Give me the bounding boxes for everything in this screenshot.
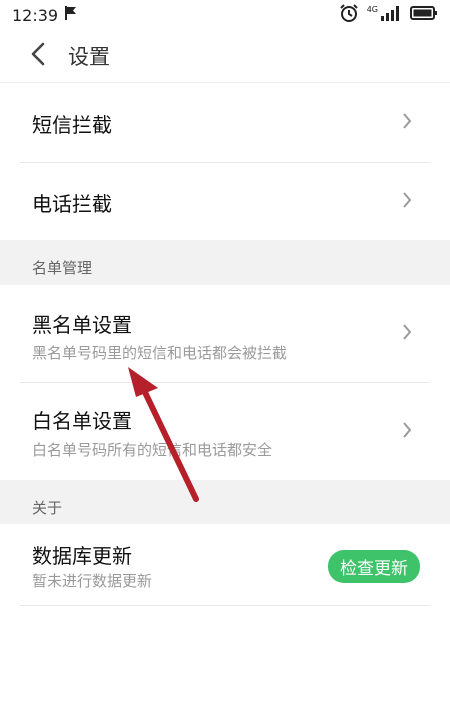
annotation-arrow-icon <box>128 367 199 502</box>
